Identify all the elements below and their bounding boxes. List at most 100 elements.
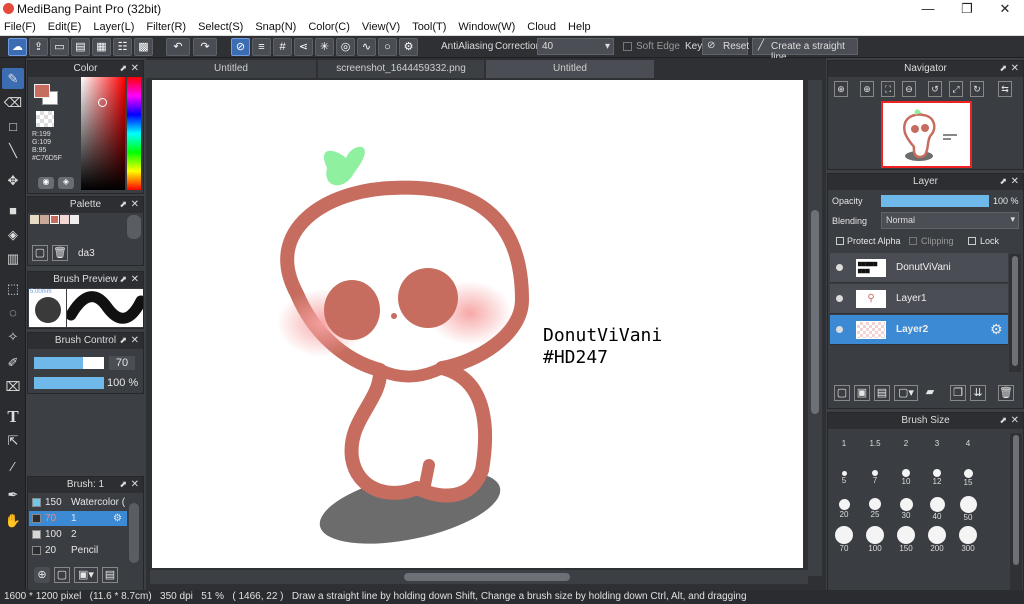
add-layer-menu-icon[interactable]: ▢▾ bbox=[894, 385, 918, 401]
layer-scroll-thumb[interactable] bbox=[1012, 256, 1018, 366]
brush-add-icon[interactable]: ⊕ bbox=[34, 567, 50, 583]
menu-tool[interactable]: Tool(T) bbox=[412, 21, 446, 33]
close-icon[interactable]: ✕ bbox=[1011, 174, 1019, 189]
gear-icon[interactable]: ⚙ bbox=[399, 38, 418, 56]
fit-screen-icon[interactable]: ⛶ bbox=[881, 81, 895, 97]
palette-swatch[interactable] bbox=[40, 215, 49, 224]
gear-icon[interactable]: ⚙ bbox=[990, 321, 1003, 338]
rotate-left-icon[interactable]: ↺ bbox=[928, 81, 942, 97]
brush-size-option[interactable]: 200 bbox=[922, 524, 952, 554]
menu-file[interactable]: File(F) bbox=[4, 21, 36, 33]
grid-icon[interactable]: ▩ bbox=[134, 38, 153, 56]
close-icon[interactable]: ✕ bbox=[131, 61, 139, 76]
menu-layer[interactable]: Layer(L) bbox=[93, 21, 134, 33]
select-tool-icon[interactable]: ⬚ bbox=[2, 278, 24, 299]
palette-swatch[interactable] bbox=[30, 215, 39, 224]
zoom-in-alt-icon[interactable]: ⊕ bbox=[860, 81, 874, 97]
duplicate-layer-icon[interactable]: ❐ bbox=[950, 385, 966, 401]
brush-size-option[interactable]: 10 bbox=[891, 462, 921, 492]
vertical-scrollbar[interactable] bbox=[808, 80, 822, 576]
color-wheel-icon[interactable]: ◉ bbox=[38, 177, 54, 189]
brush-size-option[interactable]: 4 bbox=[953, 431, 983, 461]
line-tool-icon[interactable]: ╲ bbox=[2, 140, 24, 161]
close-icon[interactable]: ✕ bbox=[1011, 61, 1019, 76]
circle-icon[interactable]: ○ bbox=[378, 38, 397, 56]
tab-screenshot[interactable]: screenshot_1644459332.png bbox=[318, 60, 484, 78]
popout-icon[interactable]: ⬈ bbox=[119, 61, 127, 76]
brush-tool-icon[interactable]: ✎ bbox=[2, 68, 24, 89]
layer-row-layer1[interactable]: ⚲ Layer1 bbox=[830, 284, 1008, 314]
popout-icon[interactable]: ⬈ bbox=[119, 477, 127, 492]
close-icon[interactable]: ✕ bbox=[131, 333, 139, 348]
brush-size-option[interactable]: 150 bbox=[891, 524, 921, 554]
lock-checkbox[interactable] bbox=[968, 237, 976, 245]
menu-select[interactable]: Select(S) bbox=[198, 21, 243, 33]
brush-settings-icon[interactable]: ▤ bbox=[102, 567, 118, 583]
transparent-swatch[interactable] bbox=[36, 111, 54, 127]
eye-icon[interactable] bbox=[836, 264, 843, 271]
select-pen-icon[interactable]: ✐ bbox=[2, 352, 24, 373]
trash-icon[interactable]: 🗑 bbox=[998, 385, 1014, 401]
gear-icon[interactable]: ⚙ bbox=[113, 511, 122, 526]
popout-icon[interactable]: ⬈ bbox=[119, 197, 127, 212]
brush-list-item[interactable]: 150 Watercolor ( bbox=[29, 495, 127, 510]
magic-wand-icon[interactable]: ✧ bbox=[2, 326, 24, 347]
tab-untitled-2[interactable]: Untitled bbox=[486, 60, 654, 78]
soft-edge-checkbox[interactable] bbox=[623, 42, 632, 51]
redo-icon[interactable]: ↷ bbox=[193, 38, 217, 56]
circle-snap-icon[interactable]: ◎ bbox=[336, 38, 355, 56]
menu-edit[interactable]: Edit(E) bbox=[48, 21, 82, 33]
brush-size-option[interactable]: 7 bbox=[860, 462, 890, 492]
correction-select[interactable]: 40 ▾ bbox=[537, 38, 614, 55]
brush-size-option[interactable]: 12 bbox=[922, 462, 952, 492]
new-brush-icon[interactable]: ▢ bbox=[54, 567, 70, 583]
grid-snap-icon[interactable]: # bbox=[273, 38, 292, 56]
palette-scrollbar[interactable] bbox=[127, 215, 141, 239]
brush-size-slider[interactable] bbox=[34, 357, 104, 369]
hue-slider[interactable] bbox=[127, 77, 141, 190]
canvas-paper[interactable]: DonutViVani #HD247 bbox=[152, 80, 803, 568]
horizontal-scroll-thumb[interactable] bbox=[404, 573, 570, 581]
fill-rect-tool-icon[interactable]: ■ bbox=[2, 200, 24, 221]
parallel-snap-icon[interactable]: ≡ bbox=[252, 38, 271, 56]
new-palette-icon[interactable]: ▢ bbox=[32, 245, 48, 261]
rotate-right-icon[interactable]: ↻ bbox=[970, 81, 984, 97]
close-icon[interactable]: ✕ bbox=[131, 272, 139, 287]
comment-icon[interactable]: ▭ bbox=[50, 38, 69, 56]
brush-menu-icon[interactable]: ▣▾ bbox=[74, 567, 98, 583]
brush-list-item[interactable]: 100 2 bbox=[29, 527, 127, 542]
brush-size-scrollbar[interactable] bbox=[1010, 433, 1022, 591]
pen-tool-icon[interactable]: ✒ bbox=[2, 484, 24, 505]
color-slider-icon[interactable]: ◈ bbox=[58, 177, 74, 189]
brush-list-item[interactable]: 70 1 ⚙ bbox=[29, 511, 127, 526]
chat-icon[interactable]: ▤ bbox=[71, 38, 90, 56]
flip-icon[interactable]: ⇆ bbox=[998, 81, 1012, 97]
brush-size-option[interactable]: 25 bbox=[860, 493, 890, 523]
reset-button[interactable]: ⊘ Reset bbox=[702, 38, 749, 55]
tab-untitled-1[interactable]: Untitled bbox=[146, 60, 316, 78]
navigator-thumbnail[interactable] bbox=[881, 101, 972, 168]
radial-snap-icon[interactable]: ✳ bbox=[315, 38, 334, 56]
layer-row-layer2[interactable]: Layer2 ⚙ bbox=[830, 315, 1008, 345]
brush-size-option[interactable]: 15 bbox=[953, 462, 983, 492]
cloud-icon[interactable]: ☁ bbox=[8, 38, 27, 56]
close-button[interactable]: ✕ bbox=[988, 0, 1022, 18]
create-straight-line-button[interactable]: ╱Create a straight line bbox=[752, 38, 858, 63]
upload-icon[interactable]: ⇪ bbox=[29, 38, 48, 56]
maximize-button[interactable]: ❐ bbox=[950, 0, 984, 18]
brush-size-option[interactable]: 300 bbox=[953, 524, 983, 554]
brush-size-option[interactable]: 3 bbox=[922, 431, 952, 461]
brush-size-option[interactable]: 1 bbox=[829, 431, 859, 461]
new-halftone-layer-icon[interactable]: ▣ bbox=[854, 385, 870, 401]
brush-size-option[interactable]: 70 bbox=[829, 524, 859, 554]
popout-icon[interactable]: ⬈ bbox=[999, 61, 1007, 76]
vertical-scroll-thumb[interactable] bbox=[811, 210, 819, 414]
layer-row-donutvivani[interactable]: ▆▆▆▆▆ ▆▆▆ DonutViVani bbox=[830, 253, 1008, 283]
eye-icon[interactable] bbox=[836, 326, 843, 333]
menu-window[interactable]: Window(W) bbox=[458, 21, 515, 33]
eye-icon[interactable] bbox=[836, 295, 843, 302]
blending-select[interactable]: Normal ▾ bbox=[881, 212, 1019, 229]
palette-swatch[interactable] bbox=[50, 215, 59, 224]
foreground-color-swatch[interactable] bbox=[34, 84, 50, 98]
minimize-button[interactable]: — bbox=[911, 0, 945, 18]
